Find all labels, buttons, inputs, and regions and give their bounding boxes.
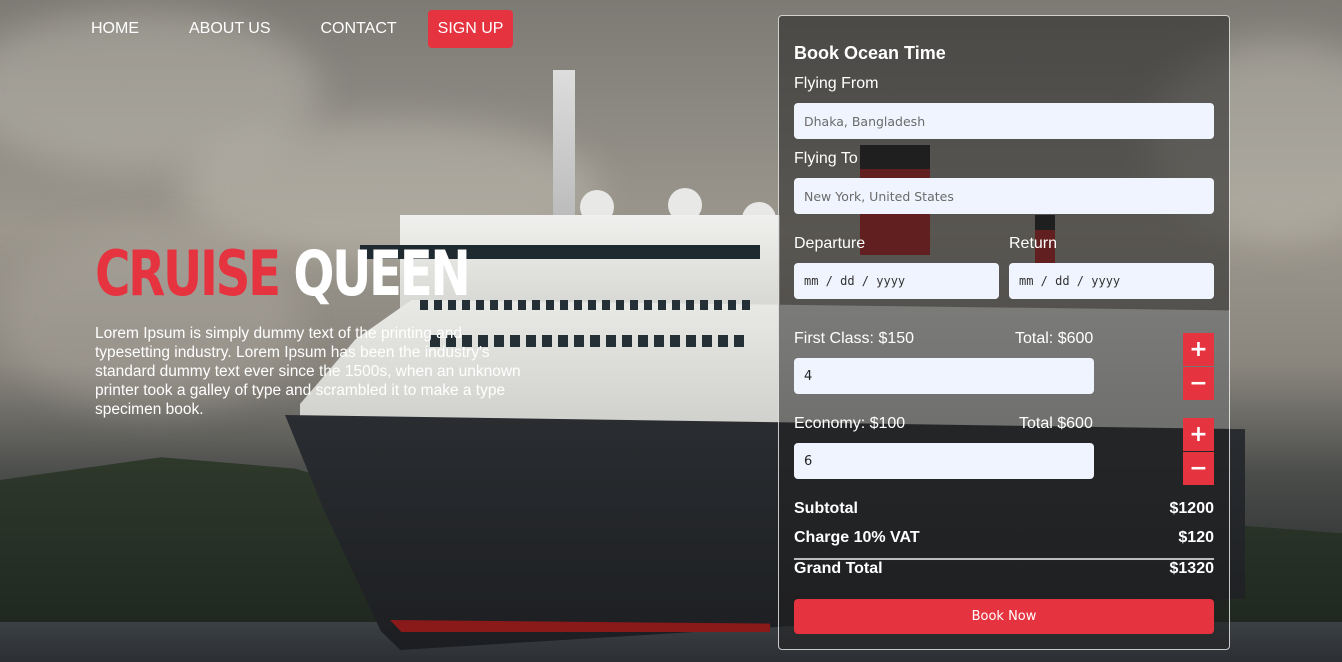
first-class-label: First Class: $150 <box>794 330 915 347</box>
flying-from-input[interactable]: Dhaka, Bangladesh <box>794 103 1214 139</box>
hero-title: CRUISE QUEEN <box>95 237 471 310</box>
economy-label: Economy: $100 <box>794 415 906 432</box>
flying-from-value: Dhaka, Bangladesh <box>804 113 926 129</box>
nav-about-link[interactable]: ABOUT US <box>170 10 290 48</box>
economy-minus-button[interactable]: − <box>1183 452 1214 485</box>
vat-value: $120 <box>1178 529 1214 546</box>
flying-to-value: New York, United States <box>804 188 954 204</box>
return-date-input[interactable]: mm / dd / yyyy <box>1009 263 1214 299</box>
economy-quantity: 6 <box>804 453 813 469</box>
book-now-button[interactable]: Book Now <box>794 599 1214 634</box>
first-class-quantity: 4 <box>804 368 813 384</box>
booking-card: Book Ocean Time Flying From Dhaka, Bangl… <box>778 15 1230 650</box>
hero-section: CRUISE QUEEN Lorem Ipsum is simply dummy… <box>95 240 545 419</box>
economy-quantity-input[interactable]: 6 <box>794 443 1094 479</box>
subtotal-label: Subtotal <box>794 500 858 517</box>
subtotal-value: $1200 <box>1169 500 1215 517</box>
grand-total-row: Grand Total $1320 <box>794 560 1214 578</box>
hero-title-red: CRUISE <box>95 237 281 310</box>
flying-to-label: Flying To <box>794 150 858 167</box>
departure-date-input[interactable]: mm / dd / yyyy <box>794 263 999 299</box>
first-class-minus-button[interactable]: − <box>1183 367 1214 400</box>
main-nav: HOME ABOUT US CONTACT SIGN UP <box>72 10 525 48</box>
economy-plus-button[interactable]: + <box>1183 418 1214 451</box>
first-class-plus-button[interactable]: + <box>1183 333 1214 366</box>
hero-title-white: QUEEN <box>293 237 471 310</box>
return-placeholder: mm / dd / yyyy <box>1019 274 1121 288</box>
vat-label: Charge 10% VAT <box>794 529 920 546</box>
grand-total-label: Grand Total <box>794 560 883 577</box>
flying-from-label: Flying From <box>794 75 879 92</box>
nav-contact-link[interactable]: CONTACT <box>302 10 416 48</box>
vat-row: Charge 10% VAT $120 <box>794 529 1214 547</box>
first-class-quantity-input[interactable]: 4 <box>794 358 1094 394</box>
economy-total: Total $600 <box>1019 415 1093 432</box>
first-class-total: Total: $600 <box>1015 330 1094 347</box>
departure-label: Departure <box>794 235 866 252</box>
return-label: Return <box>1009 235 1058 252</box>
subtotal-row: Subtotal $1200 <box>794 500 1214 518</box>
flying-to-input[interactable]: New York, United States <box>794 178 1214 214</box>
grand-total-value: $1320 <box>1169 560 1215 577</box>
hero-description: Lorem Ipsum is simply dummy text of the … <box>95 325 521 418</box>
booking-title: Book Ocean Time <box>794 43 946 63</box>
nav-home-link[interactable]: HOME <box>72 10 158 48</box>
signup-button[interactable]: SIGN UP <box>427 10 514 48</box>
departure-placeholder: mm / dd / yyyy <box>804 274 906 288</box>
